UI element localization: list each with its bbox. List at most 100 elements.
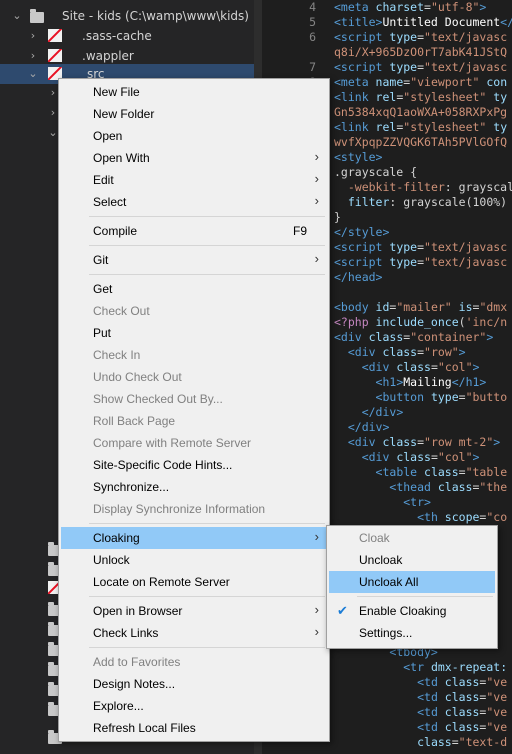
code-token: </head> xyxy=(334,270,383,284)
code-token: <h1> xyxy=(375,375,404,389)
code-line: q8i/X+965DzO0rT7abK41JStQ xyxy=(334,45,507,59)
menu-item-open-in-browser[interactable]: Open in Browser › xyxy=(61,600,327,622)
code-token: Gn5384xqQ1aoWXA+058RXPxPg xyxy=(334,105,508,119)
code-token: <td xyxy=(417,720,445,734)
code-token: "col" xyxy=(437,450,473,464)
menu-item-put[interactable]: Put xyxy=(61,322,327,344)
menu-item-display-synchronize-information: Display Synchronize Information xyxy=(61,498,327,520)
tree-item-label: .wappler xyxy=(82,49,134,63)
menu-item-enable-cloaking[interactable]: ✔ Enable Cloaking xyxy=(329,600,495,622)
chevron-down-icon[interactable]: ⌄ xyxy=(12,10,22,21)
menu-item-new-file[interactable]: New File xyxy=(61,81,327,103)
code-line: <tr> xyxy=(334,495,431,509)
code-token: ty xyxy=(486,120,508,134)
menu-item-get[interactable]: Get xyxy=(61,278,327,300)
code-line: <table class="table xyxy=(334,465,508,479)
menu-item-synchronize[interactable]: Synchronize... xyxy=(61,476,327,498)
code-token: <title> xyxy=(334,15,383,29)
menu-item-label: Explore... xyxy=(93,699,144,713)
tree-item-sass-cache[interactable]: › .sass-cache xyxy=(0,26,262,46)
menu-item-label: Design Notes... xyxy=(93,677,176,691)
menu-item-cloaking[interactable]: Cloaking › xyxy=(61,527,327,549)
chevron-down-icon[interactable]: ⌄ xyxy=(48,127,58,138)
code-token: <script xyxy=(334,255,390,269)
code-token: > xyxy=(472,360,480,374)
menu-item-label: Open With xyxy=(93,151,150,165)
code-token: "dmx xyxy=(479,300,508,314)
code-token: > xyxy=(472,450,480,464)
checkmark-icon: ✔ xyxy=(337,603,348,618)
tree-item-wappler[interactable]: › .wappler xyxy=(0,46,262,66)
menu-separator xyxy=(89,216,325,217)
menu-item-design-notes[interactable]: Design Notes... xyxy=(61,673,327,695)
menu-item-label: New File xyxy=(93,85,140,99)
menu-item-open-with[interactable]: Open With › xyxy=(61,147,327,169)
menu-item-label: Settings... xyxy=(359,626,413,640)
menu-item-select[interactable]: Select › xyxy=(61,191,327,213)
code-token: <div xyxy=(361,360,397,374)
code-token: class xyxy=(444,720,480,734)
code-line: <th scope="co xyxy=(334,510,507,524)
code-token: <meta xyxy=(334,0,376,14)
code-token: rel xyxy=(375,90,397,104)
menu-item-unlock[interactable]: Unlock xyxy=(61,549,327,571)
code-token: <div xyxy=(361,450,397,464)
menu-item-settings[interactable]: Settings... xyxy=(329,622,495,644)
code-token: "butto xyxy=(465,390,508,404)
menu-item-git[interactable]: Git › xyxy=(61,249,327,271)
menu-item-roll-back-page: Roll Back Page xyxy=(61,410,327,432)
code-token: con xyxy=(479,75,508,89)
code-line: <tr dmx-repeat: xyxy=(334,660,507,674)
menu-item-explore[interactable]: Explore... xyxy=(61,695,327,717)
menu-item-check-links[interactable]: Check Links › xyxy=(61,622,327,644)
tree-root-row[interactable]: ⌄ Site - kids (C:\wamp\www\kids) xyxy=(0,6,262,26)
code-token: "text-d xyxy=(458,735,508,749)
menu-item-open[interactable]: Open xyxy=(61,125,327,147)
code-token: : grayscal xyxy=(444,180,512,194)
menu-item-edit[interactable]: Edit › xyxy=(61,169,327,191)
code-token: = xyxy=(417,240,425,254)
code-token: 'inc/n xyxy=(465,315,508,329)
menu-item-label: Synchronize... xyxy=(93,480,170,494)
code-token: <link xyxy=(334,90,376,104)
menu-item-uncloak[interactable]: Uncloak xyxy=(329,549,495,571)
menu-item-label: Get xyxy=(93,282,113,296)
menu-item-label: Check In xyxy=(93,348,141,362)
code-token: dmx-repeat: xyxy=(430,660,508,674)
menu-item-label: Refresh Local Files xyxy=(93,721,196,735)
menu-item-compile[interactable]: Compile F9 xyxy=(61,220,327,242)
menu-item-refresh-local-files[interactable]: Refresh Local Files xyxy=(61,717,327,739)
line-number: 5 xyxy=(309,15,316,29)
code-line: <body id="mailer" is="dmx xyxy=(334,300,507,314)
code-line: <div class="row mt-2"> xyxy=(334,435,500,449)
chevron-right-icon[interactable]: › xyxy=(28,50,38,61)
code-token: class xyxy=(368,330,404,344)
menu-item-label: Undo Check Out xyxy=(93,370,182,384)
code-token: "the xyxy=(479,480,508,494)
menu-item-label: Compare with Remote Server xyxy=(93,436,252,450)
code-token: scope xyxy=(444,510,480,524)
code-token: "co xyxy=(486,510,508,524)
chevron-right-icon[interactable]: › xyxy=(48,87,58,98)
chevron-right-icon[interactable]: › xyxy=(28,30,38,41)
code-token: = xyxy=(417,435,425,449)
code-line: </style> xyxy=(334,225,389,239)
chevron-right-icon[interactable]: › xyxy=(48,107,58,118)
menu-item-label: Compile xyxy=(93,224,138,238)
menu-item-site-specific-code-hints[interactable]: Site-Specific Code Hints... xyxy=(61,454,327,476)
menu-item-label: Put xyxy=(93,326,112,340)
menu-item-uncloak-all[interactable]: Uncloak All xyxy=(329,571,495,593)
code-line: .grayscale { xyxy=(334,165,417,179)
menu-item-new-folder[interactable]: New Folder xyxy=(61,103,327,125)
menu-separator xyxy=(89,596,325,597)
chevron-down-icon[interactable]: ⌄ xyxy=(28,68,38,79)
menu-item-locate-on-remote-server[interactable]: Locate on Remote Server xyxy=(61,571,327,593)
menu-separator xyxy=(89,245,325,246)
